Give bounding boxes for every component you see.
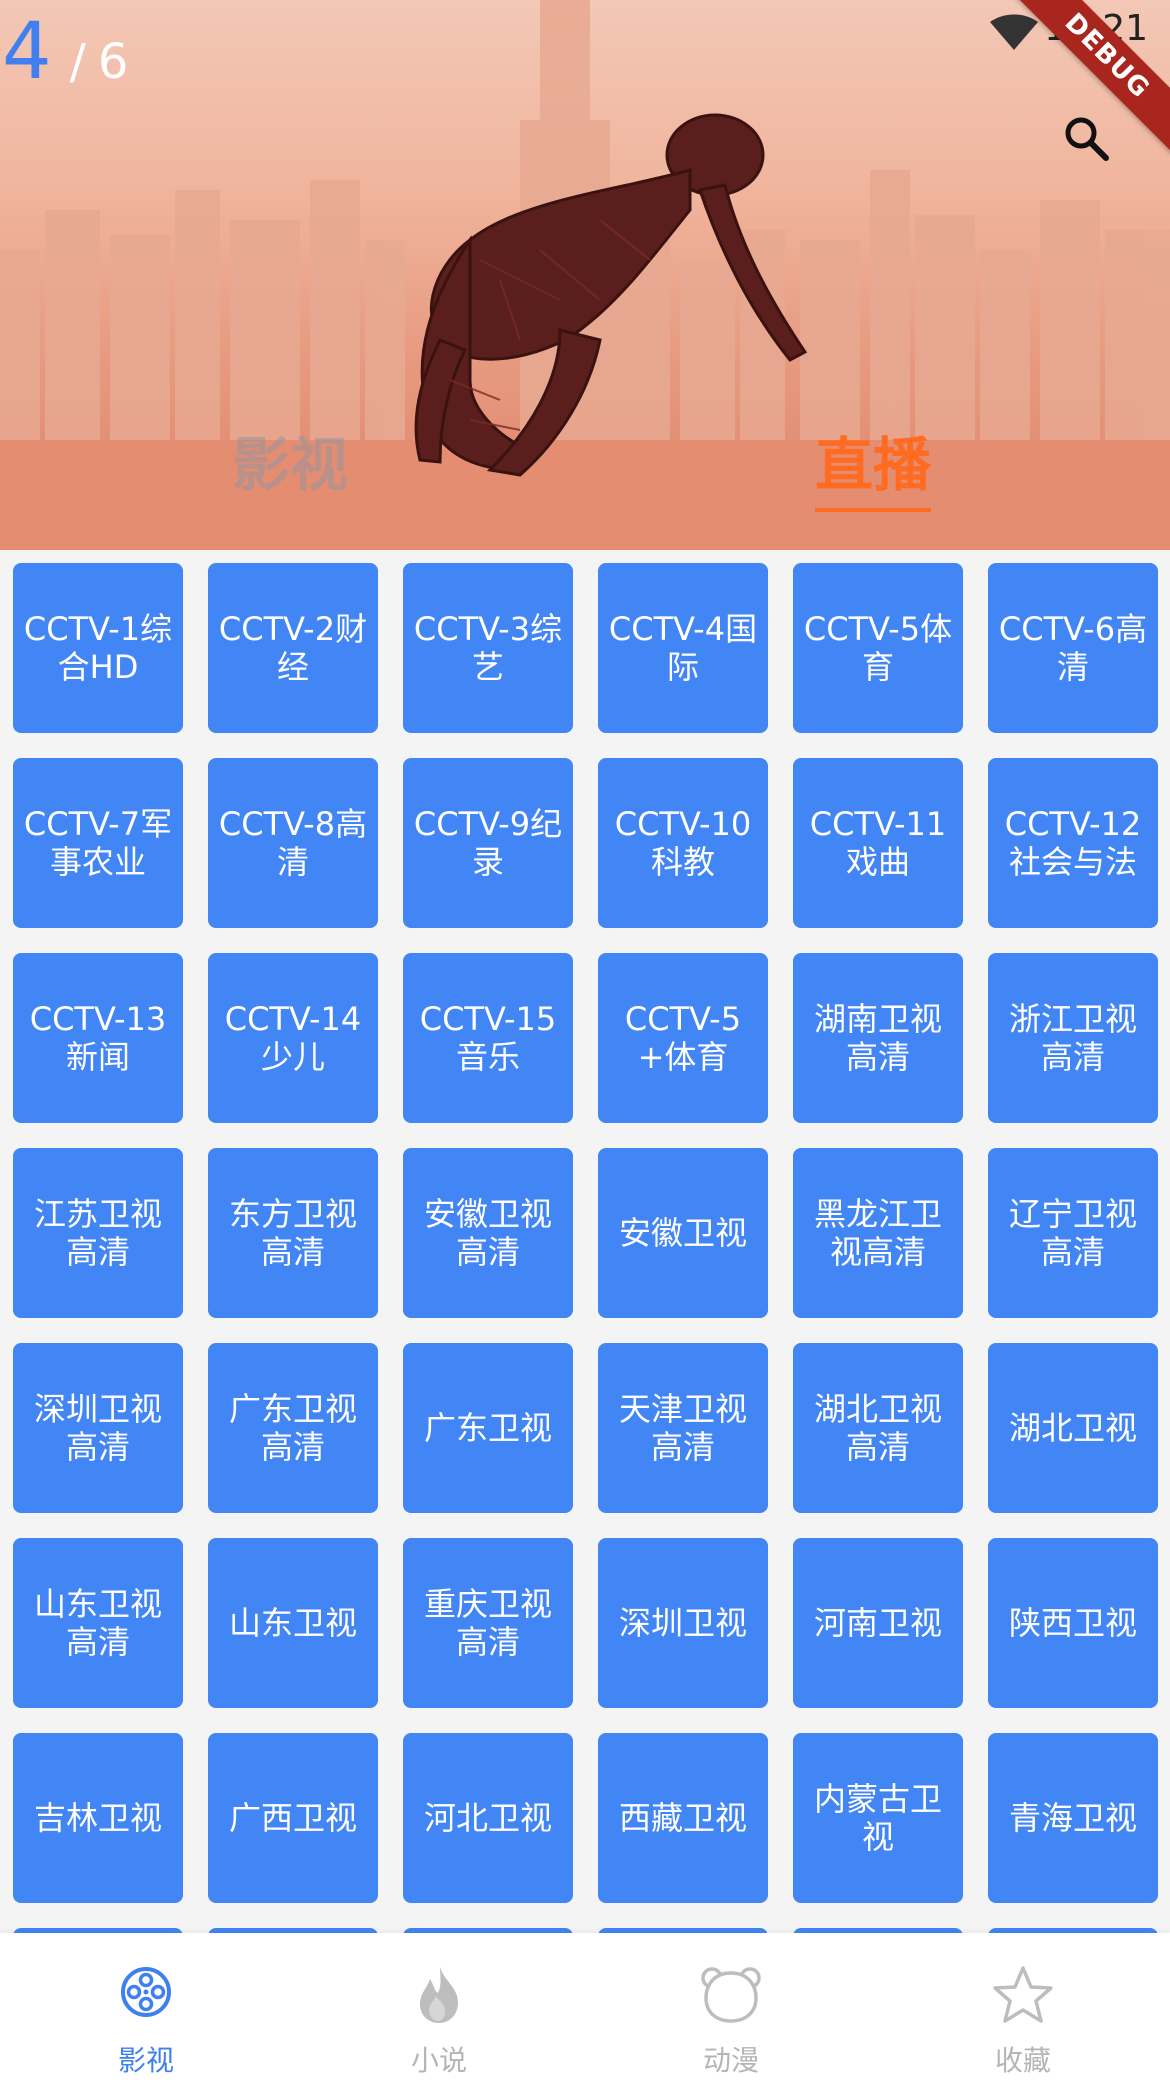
bear-icon <box>701 1967 761 2023</box>
channel-tile[interactable]: CCTV-6高清 <box>988 563 1158 733</box>
channel-tile[interactable]: CCTV-10科教 <box>598 758 768 928</box>
channel-tile[interactable]: CCTV-4国际 <box>598 563 768 733</box>
bottom-nav: 影视 小说 动漫 收藏 <box>0 1933 1170 2080</box>
channel-tile[interactable]: 广西卫视 <box>208 1733 378 1903</box>
channel-tile[interactable]: 青海卫视 <box>988 1733 1158 1903</box>
film-reel-icon <box>121 1967 171 2017</box>
channel-tile[interactable]: 广东卫视 <box>403 1343 573 1513</box>
search-icon <box>1065 117 1109 161</box>
nav-item-anime[interactable]: 动漫 <box>656 1933 806 2080</box>
channel-grid: CCTV-1综合HD CCTV-2财经 CCTV-3综艺 CCTV-4国际 CCTV-5… <box>0 563 1170 1933</box>
channel-tile[interactable]: 西藏卫视 <box>598 1733 768 1903</box>
channel-tile[interactable]: 吉林卫视 <box>13 1733 183 1903</box>
channel-tile[interactable]: 山东卫视 <box>208 1538 378 1708</box>
tab-live-indicator <box>815 508 932 512</box>
wifi-icon <box>990 14 1038 50</box>
nav-label-movies: 影视 <box>117 2044 174 2077</box>
carousel-separator: / <box>69 34 86 90</box>
channel-tile[interactable]: CCTV-11戏曲 <box>793 758 963 928</box>
channel-tile[interactable]: 黑龙江卫视高清 <box>793 1148 963 1318</box>
star-icon <box>993 1966 1053 2023</box>
channel-tile[interactable]: CCTV-5+体育 <box>598 953 768 1123</box>
channel-tile[interactable]: CCTV-2财经 <box>208 563 378 733</box>
nav-label-favorites: 收藏 <box>994 2044 1051 2077</box>
channel-tile[interactable]: 天津卫视高清 <box>598 1343 768 1513</box>
channel-tile[interactable]: CCTV-7军事农业 <box>13 758 183 928</box>
channel-tile[interactable]: 安徽卫视高清 <box>403 1148 573 1318</box>
channel-tile[interactable]: CCTV-1综合HD <box>13 563 183 733</box>
search-button[interactable] <box>1056 108 1116 168</box>
nav-item-favorites[interactable]: 收藏 <box>948 1933 1098 2080</box>
carousel-current: 4 <box>2 7 52 97</box>
channel-tile[interactable]: CCTV-13新闻 <box>13 953 183 1123</box>
channel-tile[interactable]: CCTV-15音乐 <box>403 953 573 1123</box>
channel-tile[interactable]: 山东卫视高清 <box>13 1538 183 1708</box>
carousel-indicator: 4 /6 <box>2 6 128 98</box>
channel-tile[interactable]: CCTV-9纪录 <box>403 758 573 928</box>
channel-tile[interactable]: 浙江卫视高清 <box>988 953 1158 1123</box>
channel-tile[interactable]: 内蒙古卫视 <box>793 1733 963 1903</box>
channel-tile[interactable]: 辽宁卫视高清 <box>988 1148 1158 1318</box>
tab-movie-label: 影视 <box>232 431 349 499</box>
channel-tile[interactable]: 深圳卫视高清 <box>13 1343 183 1513</box>
carousel-total: 6 <box>97 34 129 90</box>
channel-tile[interactable]: 江苏卫视高清 <box>13 1148 183 1318</box>
channel-tile[interactable]: 陕西卫视 <box>988 1538 1158 1708</box>
channel-tile[interactable]: 东方卫视高清 <box>208 1148 378 1318</box>
nav-label-novels: 小说 <box>410 2044 467 2077</box>
channel-tile[interactable]: 重庆卫视高清 <box>403 1538 573 1708</box>
channel-tile[interactable]: 湖南卫视高清 <box>793 953 963 1123</box>
hero-banner[interactable]: 4/6 11:21 DEBUG 影视 直播 <box>0 0 1170 550</box>
nav-item-movies[interactable]: 影视 <box>71 1933 221 2080</box>
channel-tile[interactable]: CCTV-12社会与法 <box>988 758 1158 928</box>
tab-live[interactable]: 直播 <box>815 418 932 512</box>
channel-tile[interactable]: CCTV-14少儿 <box>208 953 378 1123</box>
nav-label-anime: 动漫 <box>702 2044 759 2077</box>
channel-tile[interactable]: 湖北卫视 <box>988 1343 1158 1513</box>
channel-tile[interactable]: CCTV-5体育 <box>793 563 963 733</box>
banner-artwork <box>0 0 1170 550</box>
nav-item-novels[interactable]: 小说 <box>364 1933 514 2080</box>
tab-live-label: 直播 <box>815 431 932 499</box>
channel-tile[interactable]: 河北卫视 <box>403 1733 573 1903</box>
channel-tile[interactable]: 安徽卫视 <box>598 1148 768 1318</box>
channel-tile[interactable]: 河南卫视 <box>793 1538 963 1708</box>
channel-tile[interactable]: CCTV-8高清 <box>208 758 378 928</box>
channel-tile[interactable]: 深圳卫视 <box>598 1538 768 1708</box>
channel-tile[interactable]: CCTV-3综艺 <box>403 563 573 733</box>
channel-tile[interactable]: 广东卫视高清 <box>208 1343 378 1513</box>
channel-tile[interactable]: 湖北卫视高清 <box>793 1343 963 1513</box>
flame-icon <box>420 1967 458 2023</box>
tab-movie[interactable]: 影视 <box>232 418 348 502</box>
